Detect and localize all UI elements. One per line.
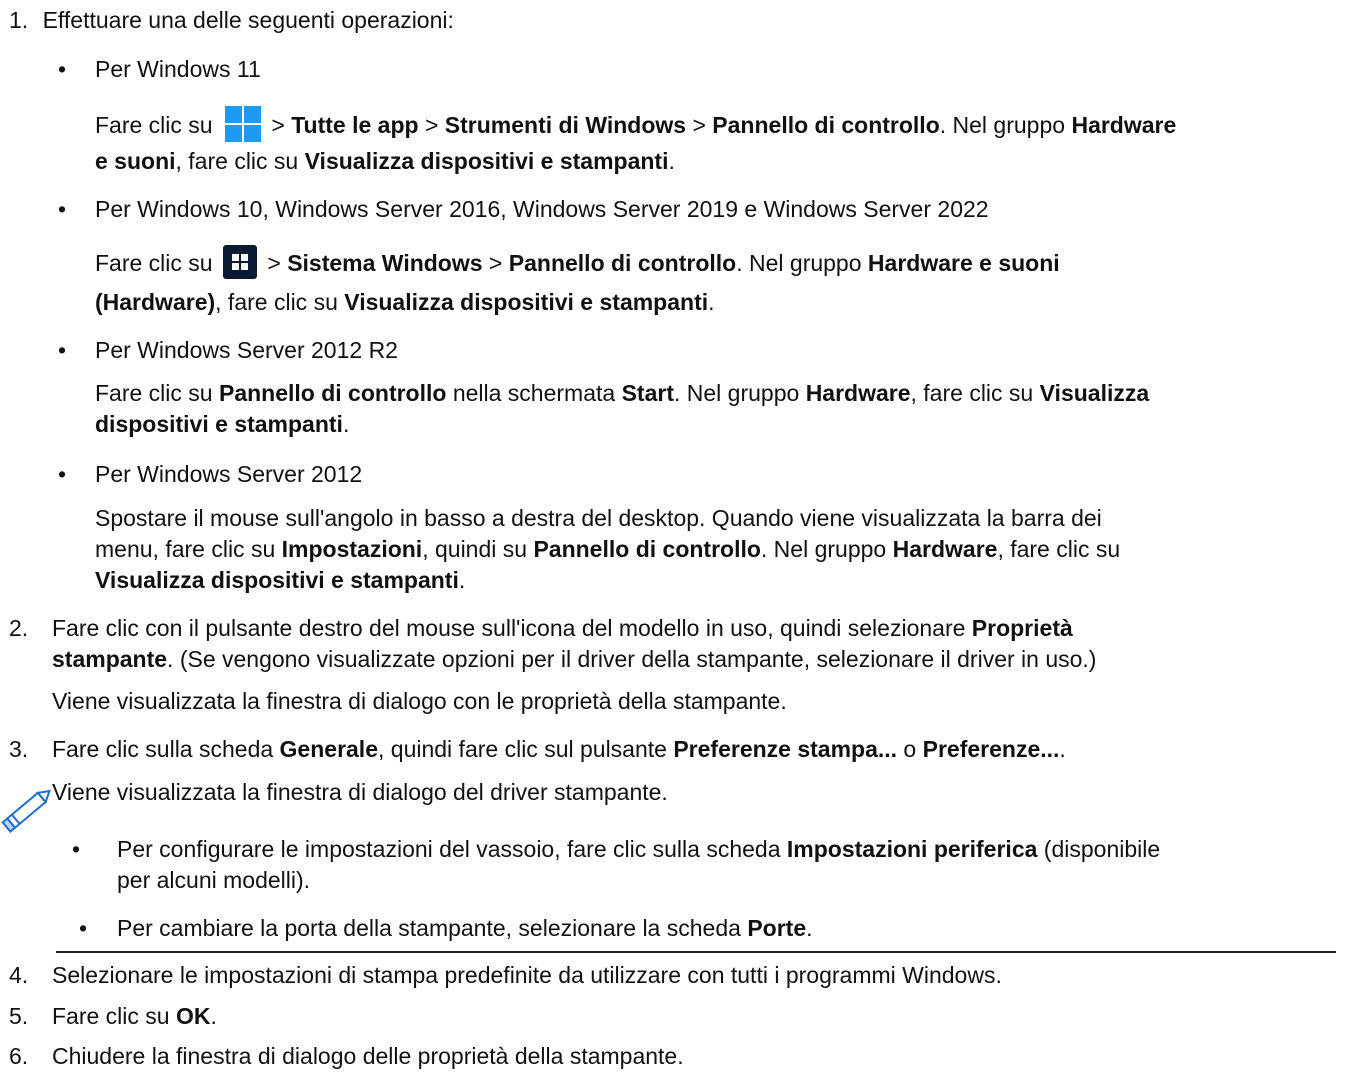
bullet: • [79, 915, 88, 941]
bullet: • [58, 56, 67, 82]
step-number: 3. [9, 736, 29, 762]
ws2012-instruction-line2: menu, fare clic su Impostazioni, quindi … [95, 536, 1121, 562]
step-6-text: Chiudere la finestra di dialogo delle pr… [52, 1043, 684, 1069]
ws2012-instruction-line3: Visualizza dispositivi e stampanti. [95, 567, 466, 593]
step-2-line2: stampante. (Se vengono visualizzate opzi… [52, 646, 1097, 672]
step-4-text: Selezionare le impostazioni di stampa pr… [52, 962, 1002, 988]
bullet: • [58, 196, 67, 222]
win11-instruction-line2: e suoni, fare clic su Visualizza disposi… [95, 148, 675, 174]
bullet: • [58, 337, 67, 363]
ws2012r2-instruction-line2: dispositivi e stampanti. [95, 411, 350, 437]
step-number: 5. [9, 1003, 29, 1029]
step-number: 1. [9, 7, 29, 33]
step-1: 1. Effettuare una delle seguenti operazi… [0, 4, 454, 36]
bullet: • [58, 461, 67, 487]
win10-instruction-line1: Fare clic su > Sistema Windows > Pannell… [95, 245, 1060, 279]
ws2012r2-label: Per Windows Server 2012 R2 [95, 337, 398, 363]
note-2: Per cambiare la porta della stampante, s… [117, 915, 813, 941]
step-2-line1: Fare clic con il pulsante destro del mou… [52, 615, 1073, 641]
note-divider [56, 951, 1336, 953]
win11-instruction-line1: Fare clic su > Tutte le app > Strumenti … [95, 104, 1176, 142]
win11-label: Per Windows 11 [95, 56, 261, 82]
step-2-result: Viene visualizzata la finestra di dialog… [52, 688, 787, 714]
ws2012-label: Per Windows Server 2012 [95, 461, 363, 487]
pencil-note-icon [1, 789, 51, 834]
note-1-line2: per alcuni modelli). [117, 867, 311, 893]
windows-11-logo-icon [223, 104, 261, 142]
step-3-line1: Fare clic sulla scheda Generale, quindi … [52, 736, 1066, 762]
note-1-line1: Per configurare le impostazioni del vass… [117, 836, 1161, 862]
step-3-result: Viene visualizzata la finestra di dialog… [52, 779, 668, 805]
win10-label: Per Windows 10, Windows Server 2016, Win… [95, 196, 989, 222]
step-number: 6. [9, 1043, 29, 1069]
ws2012r2-instruction-line1: Fare clic su Pannello di controllo nella… [95, 380, 1150, 406]
step-5-text: Fare clic su OK. [52, 1003, 217, 1029]
windows-10-logo-icon [222, 245, 257, 279]
bullet: • [72, 836, 81, 862]
step-text: Effettuare una delle seguenti operazioni… [42, 7, 454, 33]
step-number: 2. [9, 615, 29, 641]
ws2012-instruction-line1: Spostare il mouse sull'angolo in basso a… [95, 505, 1102, 531]
win10-instruction-line2: (Hardware), fare clic su Visualizza disp… [95, 289, 715, 315]
step-number: 4. [9, 962, 29, 988]
